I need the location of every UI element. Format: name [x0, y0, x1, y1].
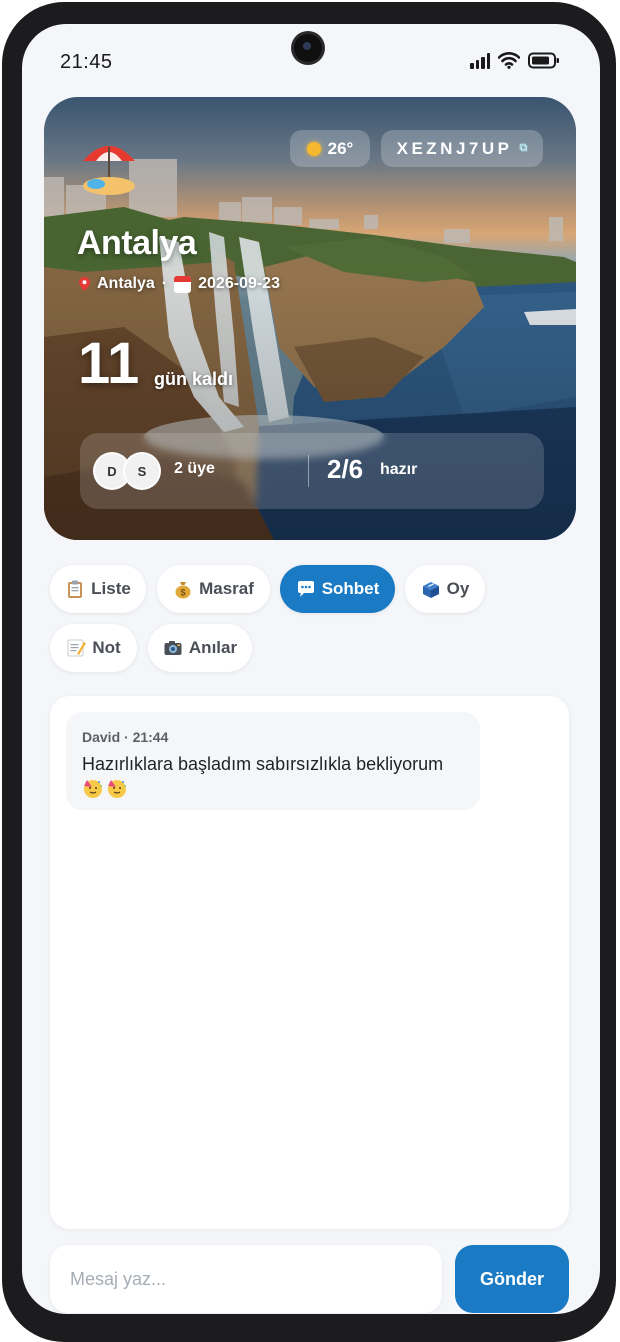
sun-icon	[306, 141, 321, 156]
front-camera	[294, 34, 322, 62]
trip-stats-panel: D S 2 üye 2/6 hazır	[80, 433, 544, 509]
message-meta: David · 21:44	[82, 729, 169, 745]
status-icons	[470, 52, 560, 69]
trip-title: Antalya	[77, 224, 197, 262]
tab-liste[interactable]: Liste	[50, 565, 146, 613]
party-face-icon	[108, 780, 126, 798]
trip-hero-card: 26° XEZNJ7UP ⧉ Antalya Antalya · 2026-09…	[44, 97, 576, 540]
battery-icon	[528, 52, 559, 69]
message-text: Hazırlıklara başladım sabırsızlıkla bekl…	[82, 754, 444, 774]
member-count: 2 üye	[174, 460, 215, 477]
location-pin-icon	[79, 277, 90, 291]
power-button	[610, 537, 616, 617]
app-screen: 21:45 26° XEZNJ7UP ⧉ Antalya Antalya · 2…	[22, 24, 600, 1314]
avatar: S	[123, 452, 161, 490]
tab-label: Not	[92, 638, 121, 657]
money-bag-icon: $	[175, 582, 191, 599]
tab-label: Masraf	[199, 579, 254, 598]
camera-icon	[164, 641, 182, 655]
memo-icon	[67, 639, 87, 657]
tab-label: Sohbet	[321, 579, 380, 598]
beach-umbrella-icon	[83, 146, 135, 195]
stats-divider	[308, 455, 309, 487]
countdown-value: 11	[78, 331, 140, 396]
message-input[interactable]	[50, 1245, 442, 1313]
calendar-icon	[174, 275, 192, 293]
tab-sohbet[interactable]: Sohbet	[280, 565, 395, 613]
phone-frame: 21:45 26° XEZNJ7UP ⧉ Antalya Antalya · 2…	[2, 2, 616, 1342]
clipboard-icon	[68, 580, 83, 598]
trip-location: Antalya	[97, 275, 155, 292]
chat-message: David · 21:44 Hazırlıklara başladım sabı…	[66, 712, 480, 810]
chat-panel[interactable]: David · 21:44 Hazırlıklara başladım sabı…	[50, 696, 569, 1229]
tab-masraf[interactable]: $ Masraf	[157, 565, 270, 613]
ready-label: hazır	[380, 461, 418, 478]
tab-oy[interactable]: Oy	[405, 565, 485, 613]
copy-icon: ⧉	[519, 142, 528, 154]
weather-temp: 26°	[327, 138, 354, 158]
svg-text:$: $	[181, 588, 186, 598]
invite-code: XEZNJ7UP	[396, 138, 513, 158]
tab-not[interactable]: Not	[50, 624, 137, 672]
tab-label: Anılar	[188, 638, 238, 657]
invite-code-chip[interactable]: XEZNJ7UP ⧉	[381, 130, 543, 167]
send-button[interactable]: Gönder	[455, 1245, 569, 1313]
status-time: 21:45	[60, 51, 113, 73]
tab-anilar[interactable]: Anılar	[148, 624, 252, 672]
speech-bubble-icon	[297, 581, 314, 597]
party-face-icon	[84, 780, 102, 798]
ballot-box-icon	[422, 582, 439, 598]
trip-date: 2026-09-23	[198, 275, 280, 292]
weather-chip: 26°	[290, 130, 370, 167]
status-bar: 21:45	[22, 24, 600, 94]
meta-separator: ·	[161, 275, 168, 292]
ready-count: 2/6	[327, 454, 364, 484]
message-emoji	[82, 777, 128, 799]
volume-button	[610, 277, 616, 427]
wifi-icon	[498, 52, 520, 69]
signal-icon	[470, 53, 490, 69]
countdown-label: gün kaldı	[154, 369, 234, 389]
tab-label: Oy	[446, 579, 470, 598]
message-composer: Gönder	[50, 1245, 569, 1314]
trip-meta: Antalya · 2026-09-23	[79, 275, 280, 293]
tab-label: Liste	[91, 579, 131, 598]
